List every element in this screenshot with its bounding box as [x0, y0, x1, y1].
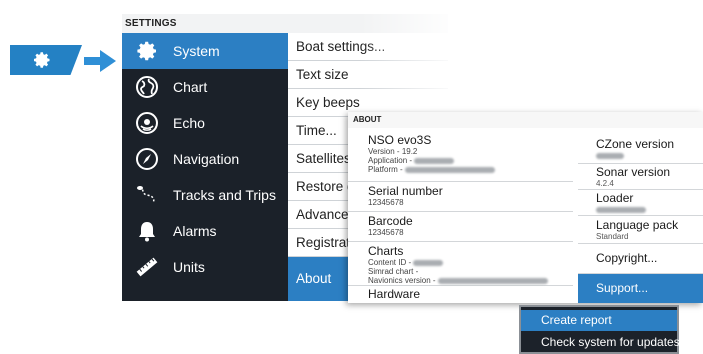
- czone-version-title: CZone version: [596, 137, 675, 151]
- product-info[interactable]: NSO evo3S Version - 19.2 Application - P…: [348, 134, 573, 182]
- charts-info[interactable]: Charts Content ID - Simrad chart - Navio…: [348, 242, 573, 286]
- copyright-item[interactable]: Copyright...: [578, 244, 703, 274]
- version-label: Version -: [368, 147, 400, 156]
- barcode-value: 12345678: [368, 228, 404, 237]
- product-title: NSO evo3S: [368, 133, 432, 147]
- echo-icon: [135, 111, 159, 135]
- redacted-value: [596, 206, 646, 213]
- menu-item-navigation[interactable]: Navigation: [122, 141, 288, 177]
- redacted-value: [404, 166, 495, 173]
- menu-item-echo[interactable]: Echo: [122, 105, 288, 141]
- compass-icon: [135, 147, 159, 171]
- language-pack-title: Language pack: [596, 218, 679, 232]
- menu-item-label: Units: [173, 259, 205, 275]
- system-settings-callout: [10, 45, 82, 75]
- check-updates-button[interactable]: Check system for updates: [521, 332, 680, 353]
- barcode-title: Barcode: [368, 214, 413, 228]
- menu-item-label: Alarms: [173, 223, 217, 239]
- barcode-info[interactable]: Barcode 12345678: [348, 212, 573, 242]
- gear-icon: [135, 39, 159, 63]
- menu-item-label: Tracks and Trips: [173, 187, 276, 203]
- create-report-button[interactable]: Create report: [521, 310, 677, 331]
- serial-number-value: 12345678: [368, 198, 404, 207]
- charts-title: Charts: [368, 244, 404, 258]
- menu-item-label: System: [173, 43, 220, 59]
- sonar-version-value: 4.2.4: [596, 179, 614, 188]
- support-label: Support...: [596, 281, 649, 295]
- language-pack-value: Standard: [596, 232, 629, 241]
- about-details-list: NSO evo3S Version - 19.2 Application - P…: [348, 128, 573, 303]
- menu-item-label: Chart: [173, 79, 208, 95]
- about-side-list: CZone version Sonar version 4.2.4 Loader…: [578, 128, 703, 303]
- about-dialog: ABOUT NSO evo3S Version - 19.2 Applicati…: [348, 112, 703, 303]
- sonar-version-info[interactable]: Sonar version 4.2.4: [578, 164, 703, 190]
- loader-info[interactable]: Loader: [578, 190, 703, 216]
- menu-item-chart[interactable]: Chart: [122, 69, 288, 105]
- menu-item-tracks-and-trips[interactable]: Tracks and Trips: [122, 177, 288, 213]
- ruler-icon: [135, 255, 159, 279]
- serial-number-info[interactable]: Serial number 12345678: [348, 182, 573, 212]
- redacted-value: [596, 152, 624, 159]
- support-item[interactable]: Support...: [578, 274, 703, 303]
- redacted-value: [413, 259, 444, 266]
- content-id-label: Content ID -: [368, 258, 412, 267]
- loader-title: Loader: [596, 191, 634, 205]
- redacted-value: [414, 157, 455, 164]
- bell-icon: [135, 219, 159, 243]
- platform-label: Platform -: [368, 165, 403, 174]
- panel-fade: [360, 14, 460, 114]
- menu-item-alarms[interactable]: Alarms: [122, 213, 288, 249]
- menu-item-system[interactable]: System: [122, 33, 288, 69]
- language-pack-info[interactable]: Language pack Standard: [578, 216, 703, 244]
- tracks-icon: [135, 183, 159, 207]
- version-value: 19.2: [401, 147, 418, 156]
- support-menu: Create report Check system for updates: [519, 305, 680, 354]
- about-header: ABOUT: [348, 112, 703, 128]
- menu-item-label: Navigation: [173, 151, 240, 167]
- hardware-title: Hardware: [368, 287, 421, 301]
- copyright-label: Copyright...: [596, 251, 658, 265]
- czone-version-info[interactable]: CZone version: [578, 138, 703, 164]
- simrad-chart-label: Simrad chart -: [368, 267, 419, 276]
- sonar-version-title: Sonar version: [596, 165, 671, 179]
- navionics-version-label: Navionics version -: [368, 276, 436, 285]
- menu-item-label: Echo: [173, 115, 205, 131]
- serial-number-title: Serial number: [368, 184, 443, 198]
- globe-icon: [135, 75, 159, 99]
- menu-item-units[interactable]: Units: [122, 249, 288, 285]
- arrow-right-icon: [84, 50, 116, 72]
- application-label: Application -: [368, 156, 413, 165]
- hardware-info[interactable]: Hardware: [348, 286, 573, 303]
- gear-icon: [34, 52, 50, 68]
- settings-category-menu: System Chart Echo Navigation Tracks and …: [122, 33, 288, 301]
- redacted-value: [437, 277, 548, 284]
